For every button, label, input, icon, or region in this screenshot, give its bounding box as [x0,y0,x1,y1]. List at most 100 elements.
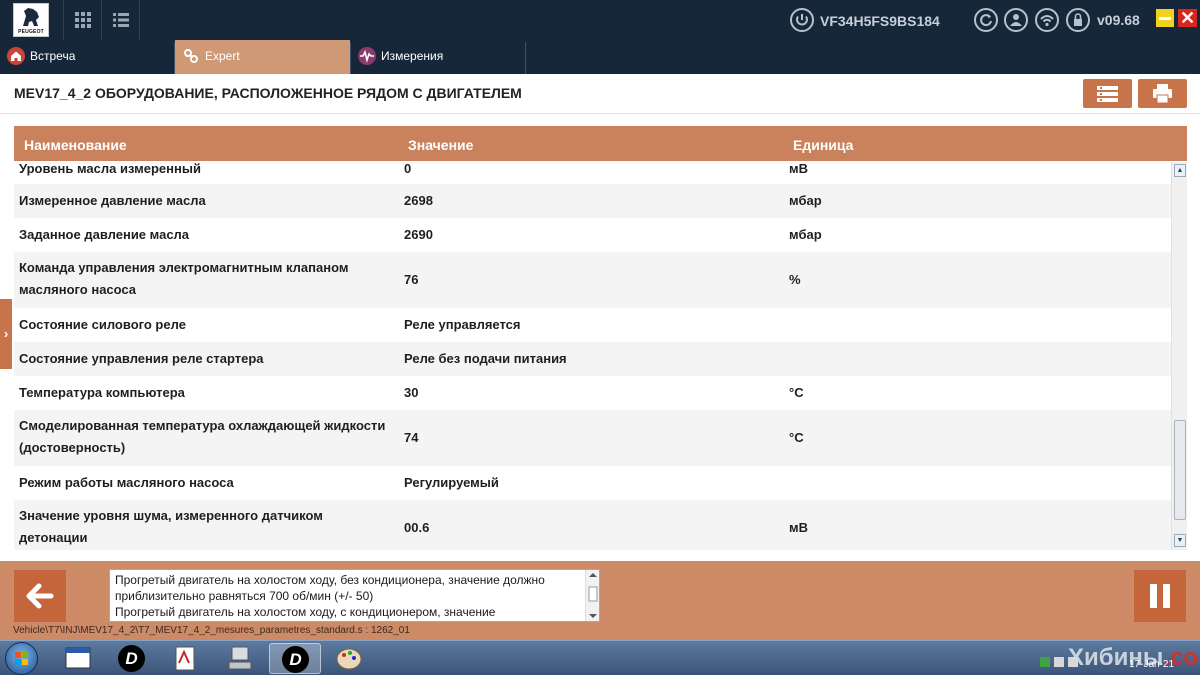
document-icon [175,646,195,671]
vin-text: VF34H5FS9BS184 [820,13,940,29]
column-unit-header[interactable]: Единица [793,137,853,153]
list-view-button[interactable] [1083,79,1132,108]
param-name: Измеренное давление масла [19,193,206,208]
pause-button[interactable] [1134,570,1186,622]
tray-check-icon[interactable] [1040,657,1050,667]
paint-palette-icon [336,648,362,670]
arrow-left-icon [26,583,54,609]
param-name: Заданное давление масла [19,227,190,242]
table-row[interactable]: Заданное давление масла 2690 мбар [14,218,1171,252]
tab-expert[interactable]: Expert [175,40,350,74]
taskbar-app-explorer[interactable] [52,643,104,674]
tab-bar: Встреча Expert Измерения [0,40,1200,74]
tray-volume-icon[interactable] [1068,657,1078,667]
waveform-icon [358,47,376,65]
table-row[interactable]: Измеренное давление масла 2698 мбар [14,184,1171,218]
tab-expert-label: Expert [205,49,240,63]
top-bar: PEUGEOT VF34H5FS9BS184 v09.68 ✕ [0,0,1200,40]
table-row[interactable]: Состояние управления реле стартера Реле … [14,342,1171,376]
back-button[interactable] [14,570,66,622]
title-bar: MEV17_4_2 ОБОРУДОВАНИЕ, РАСПОЛОЖЕННОЕ РЯ… [0,74,1200,114]
param-name: Команда управления электромагнитным клап… [19,260,349,297]
parameters-table: Наименование Значение Единица Уровень ма… [14,126,1187,550]
column-name-header[interactable]: Наименование [24,137,127,153]
table-row[interactable]: Значение уровня шума, измеренного датчик… [14,500,1171,550]
table-row[interactable]: Смоделированная температура охлаждающей … [14,410,1171,466]
clock-date[interactable]: 17-Jan-21 [1129,659,1174,670]
user-icon[interactable] [1004,8,1028,32]
column-value-header[interactable]: Значение [408,137,473,153]
computer-icon [228,646,252,670]
printer-icon [1153,84,1172,104]
param-unit: мбар [789,193,822,208]
list-icon[interactable] [113,12,129,28]
taskbar-app-diagbox[interactable]: D [106,643,158,674]
param-value: Реле управляется [404,317,521,332]
divider [139,0,140,40]
brand-logo[interactable]: PEUGEOT [13,3,49,37]
param-value: 2690 [404,227,433,242]
param-value: 74 [404,430,419,445]
param-name: Смоделированная температура охлаждающей … [19,418,386,455]
param-name: Состояние силового реле [19,317,186,332]
lion-icon [23,8,39,26]
home-icon [7,47,25,65]
table-row[interactable]: Температура компьютера 30 °C [14,376,1171,410]
scroll-up-icon[interactable]: ▲ [1174,164,1186,177]
software-version: v09.68 [1097,12,1140,28]
divider [101,0,102,40]
power-icon[interactable] [790,8,814,32]
table-row[interactable]: Режим работы масляного насоса Регулируем… [14,466,1171,500]
scroll-thumb[interactable] [1174,420,1186,520]
minimize-button[interactable] [1156,9,1174,27]
message-scrollbar[interactable] [585,570,599,621]
table-row[interactable]: Команда управления электромагнитным клап… [14,252,1171,308]
tab-meeting[interactable]: Встреча [0,40,174,74]
taskbar-app-installer[interactable] [214,643,266,674]
os-taskbar: D D Хибины.com 17-Jan-21 [0,640,1200,675]
window-icon [65,647,91,669]
param-name: Значение уровня шума, измеренного датчик… [19,508,323,545]
close-icon: ✕ [1179,8,1196,28]
param-unit: мВ [789,520,809,535]
side-panel-toggle[interactable]: › [0,299,12,369]
windows-logo-icon [15,652,28,665]
tray-network-icon[interactable] [1054,657,1064,667]
param-name: Уровень масла измеренный [19,162,201,176]
page-title: MEV17_4_2 ОБОРУДОВАНИЕ, РАСПОЛОЖЕННОЕ РЯ… [14,85,522,101]
param-value: Регулируемый [404,475,499,490]
script-path: Vehicle\T7\INJ\MEV17_4_2\T7_MEV17_4_2_me… [13,625,410,636]
close-button[interactable]: ✕ [1178,9,1197,27]
refresh-icon[interactable] [974,8,998,32]
param-unit: мбар [789,227,822,242]
diagbox-icon: D [282,646,309,673]
help-message-box[interactable]: Прогретый двигатель на холостом ходу, бе… [109,569,600,622]
param-name: Температура компьютера [19,385,185,400]
table-row[interactable]: Состояние силового реле Реле управляется [14,308,1171,342]
param-unit: °C [789,430,804,445]
tab-measurements[interactable]: Измерения [351,40,525,74]
grid-icon[interactable] [75,12,91,28]
lock-icon[interactable] [1066,8,1090,32]
table-scrollbar[interactable]: ▲ ▼ [1171,162,1187,550]
table-row[interactable]: Уровень масла измеренный 0 мВ [14,162,1171,184]
divider [63,0,64,40]
param-value: 0 [404,162,412,176]
scroll-down-icon[interactable]: ▼ [1174,534,1186,547]
param-value: 76 [404,272,419,287]
print-button[interactable] [1138,79,1187,108]
param-value: 00.6 [404,520,430,535]
taskbar-app-tool[interactable] [160,643,212,674]
tools-icon [182,47,200,65]
table-body: Уровень масла измеренный 0 мВ Измеренное… [14,162,1171,550]
taskbar-app-diagbox-active[interactable]: D [269,643,321,674]
param-value: Реле без подачи питания [404,351,567,366]
tab-meeting-label: Встреча [30,49,76,63]
wifi-icon[interactable] [1035,8,1059,32]
param-value: 2698 [404,193,433,208]
tab-measurements-label: Измерения [381,49,444,63]
pause-icon [1150,584,1170,608]
taskbar-app-paint[interactable] [323,643,375,674]
start-button[interactable] [5,642,38,675]
chevron-right-icon: › [3,326,9,341]
